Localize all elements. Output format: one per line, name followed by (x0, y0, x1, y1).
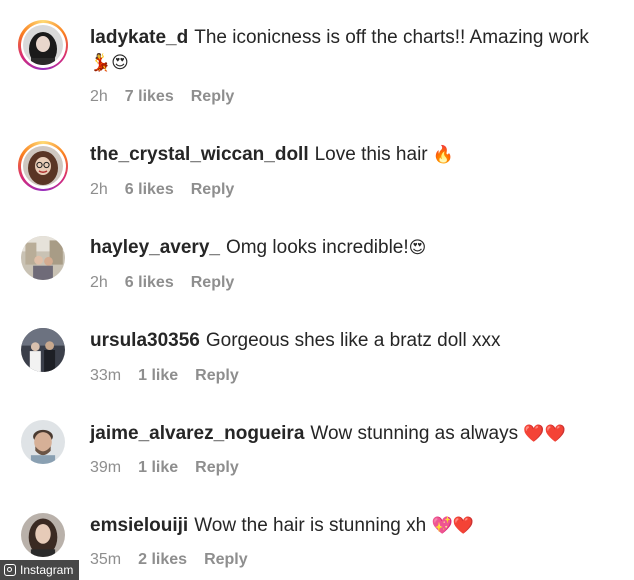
profile-photo-woman-icon (21, 513, 65, 557)
likes-count[interactable]: 7 likes (125, 88, 174, 106)
reply-button[interactable]: Reply (191, 274, 235, 292)
likes-count[interactable]: 2 likes (138, 551, 187, 569)
comment-username[interactable]: jaime_alvarez_nogueira (90, 423, 304, 444)
profile-photo-glasses-icon (23, 146, 63, 186)
comment-text: Gorgeous shes like a bratz doll xxx (205, 330, 501, 351)
reply-button[interactable]: Reply (191, 181, 235, 199)
avatar[interactable] (21, 513, 65, 557)
comment-time: 2h (90, 181, 108, 198)
comment-text: Wow stunning as always (310, 423, 519, 444)
comment-time: 39m (90, 459, 122, 476)
profile-photo-dark-hair-icon (23, 25, 63, 65)
comment-username[interactable]: hayley_avery_ (90, 237, 220, 258)
comment-time: 2h (90, 274, 108, 291)
comment-emoji: 😍 (408, 238, 427, 258)
profile-photo-outdoor-icon (21, 236, 65, 280)
reply-button[interactable]: Reply (191, 88, 235, 106)
instagram-icon (4, 564, 16, 576)
avatar[interactable] (21, 328, 65, 372)
comment-time: 2h (90, 88, 108, 105)
comment-text: Love this hair (314, 144, 428, 165)
comment-username[interactable]: emsielouiji (90, 515, 188, 536)
reply-button[interactable]: Reply (204, 551, 248, 569)
reply-button[interactable]: Reply (195, 459, 239, 477)
profile-photo-man-icon (21, 420, 65, 464)
likes-count[interactable]: 1 like (138, 367, 178, 385)
comment-text: Omg looks incredible! (225, 237, 409, 258)
comment-username[interactable]: ursula30356 (90, 330, 200, 351)
avatar[interactable] (21, 420, 65, 464)
avatar[interactable] (21, 236, 65, 280)
comment-time: 35m (90, 551, 122, 568)
comment-username[interactable]: ladykate_d (90, 27, 188, 48)
comment-username[interactable]: the_crystal_wiccan_doll (90, 144, 309, 165)
likes-count[interactable]: 6 likes (125, 274, 174, 292)
comment-emoji: 💃😍 (90, 53, 129, 73)
instagram-watermark: Instagram (0, 560, 80, 580)
avatar[interactable] (18, 20, 68, 70)
reply-button[interactable]: Reply (195, 367, 239, 385)
avatar[interactable] (18, 141, 68, 191)
likes-count[interactable]: 6 likes (125, 181, 174, 199)
comment-emoji: ❤️❤️ (523, 424, 566, 444)
comment-text: Wow the hair is stunning xh (194, 515, 427, 536)
comment-text: The iconicness is off the charts!! Amazi… (194, 27, 589, 48)
profile-photo-group-icon (21, 328, 65, 372)
likes-count[interactable]: 1 like (138, 459, 178, 477)
comment-emoji: 💖❤️ (431, 516, 474, 536)
watermark-label: Instagram (20, 563, 74, 577)
comment-time: 33m (90, 367, 122, 384)
comment-emoji: 🔥 (432, 145, 455, 165)
